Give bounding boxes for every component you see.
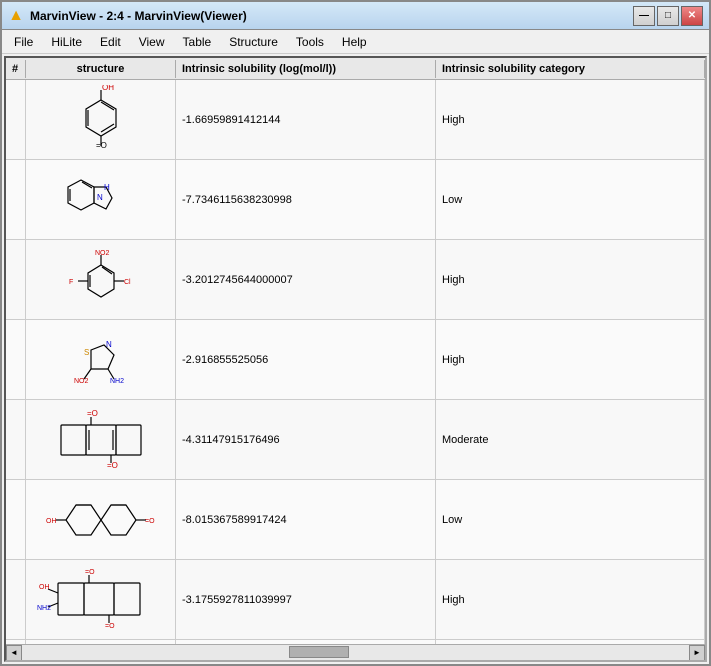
molecule-svg-row5: OH =O <box>36 485 166 555</box>
scroll-track[interactable] <box>22 645 689 660</box>
svg-text:OH: OH <box>39 584 50 591</box>
cell-structure: OH =O <box>26 480 176 559</box>
svg-text:F: F <box>69 279 73 286</box>
row-number <box>6 320 26 399</box>
scroll-left-button[interactable]: ◄ <box>6 645 22 661</box>
row-number <box>6 240 26 319</box>
cell-category: High <box>436 80 705 159</box>
scroll-right-button[interactable]: ► <box>689 645 705 661</box>
molecule-svg-row3: S N NO2 NH2 <box>36 325 166 395</box>
molecule-svg-row4: =O =O <box>36 405 166 475</box>
cell-structure: OH NH2 =O =O <box>26 560 176 639</box>
cell-category: High <box>436 320 705 399</box>
content-area: # structure Intrinsic solubility (log(mo… <box>4 56 707 662</box>
svg-text:=O: =O <box>105 623 115 630</box>
cell-category: Low <box>436 480 705 559</box>
table-row: N H -7.7346115638230998 Low <box>6 160 705 240</box>
cell-structure: OH =O <box>26 80 176 159</box>
cell-structure: NO2 F Cl <box>26 240 176 319</box>
row-number <box>6 400 26 479</box>
svg-text:Cl: Cl <box>124 279 131 286</box>
app-icon: ▲ <box>8 8 24 24</box>
row-number <box>6 160 26 239</box>
menu-file[interactable]: File <box>6 33 41 51</box>
col-header-solubility: Intrinsic solubility (log(mol/l)) <box>176 60 436 78</box>
table-header: # structure Intrinsic solubility (log(mo… <box>6 58 705 80</box>
menu-table[interactable]: Table <box>175 33 220 51</box>
cell-category: Low <box>436 160 705 239</box>
molecule-svg-row2: NO2 F Cl <box>36 245 166 315</box>
title-bar-left: ▲ MarvinView - 2:4 - MarvinView(Viewer) <box>8 8 247 24</box>
menu-tools[interactable]: Tools <box>288 33 332 51</box>
molecule-svg-row1: N H <box>36 165 166 235</box>
title-bar: ▲ MarvinView - 2:4 - MarvinView(Viewer) … <box>2 2 709 30</box>
cell-category: High <box>436 240 705 319</box>
row-number <box>6 480 26 559</box>
cell-structure: S N NO2 NH2 <box>26 320 176 399</box>
cell-category: Moderate <box>436 400 705 479</box>
molecule-svg-row6: OH NH2 =O =O <box>36 565 166 635</box>
svg-text:N: N <box>106 340 112 349</box>
cell-solubility: -7.7346115638230998 <box>176 160 436 239</box>
cell-solubility: -3.1755927811039997 <box>176 560 436 639</box>
cell-category: High <box>436 560 705 639</box>
cell-solubility: -1.66959891412144 <box>176 80 436 159</box>
cell-structure: N H <box>26 160 176 239</box>
svg-text:NH2: NH2 <box>110 378 124 385</box>
table-row: OH NH2 =O =O -3.17 <box>6 560 705 640</box>
menu-structure[interactable]: Structure <box>221 33 286 51</box>
window-controls: — □ ✕ <box>633 6 703 26</box>
table-row: S N NO2 NH2 -2.916855525056 <box>6 320 705 400</box>
row-number <box>6 560 26 639</box>
close-button[interactable]: ✕ <box>681 6 703 26</box>
maximize-button[interactable]: □ <box>657 6 679 26</box>
col-header-structure: structure <box>26 60 176 78</box>
svg-text:=O: =O <box>96 141 107 150</box>
svg-text:NH2: NH2 <box>37 605 51 612</box>
minimize-button[interactable]: — <box>633 6 655 26</box>
svg-text:N: N <box>97 193 103 202</box>
svg-text:NO2: NO2 <box>95 250 110 257</box>
table-row: =O =O -4.31147915176496 Moderate <box>6 400 705 480</box>
col-header-category: Intrinsic solubility category <box>436 60 705 78</box>
molecule-svg-row0: OH =O <box>36 85 166 155</box>
cell-solubility: -2.916855525056 <box>176 320 436 399</box>
table-row: OH =O -1.66959891412144 High <box>6 80 705 160</box>
svg-text:H: H <box>104 183 110 192</box>
svg-text:=O: =O <box>87 409 98 418</box>
svg-text:OH: OH <box>102 85 114 92</box>
cell-solubility: -3.2012745644000007 <box>176 240 436 319</box>
svg-text:=O: =O <box>107 461 118 470</box>
menu-bar: File HiLite Edit View Table Structure To… <box>2 30 709 54</box>
table-container: # structure Intrinsic solubility (log(mo… <box>6 58 705 660</box>
menu-help[interactable]: Help <box>334 33 375 51</box>
menu-edit[interactable]: Edit <box>92 33 129 51</box>
svg-text:OH: OH <box>46 518 57 525</box>
cell-solubility: -4.31147915176496 <box>176 400 436 479</box>
svg-text:S: S <box>84 348 89 357</box>
main-window: ▲ MarvinView - 2:4 - MarvinView(Viewer) … <box>0 0 711 666</box>
menu-view[interactable]: View <box>131 33 173 51</box>
scroll-thumb[interactable] <box>289 646 349 658</box>
svg-text:=O: =O <box>85 569 95 576</box>
svg-text:NO2: NO2 <box>74 378 89 385</box>
cell-solubility: -8.015367589917424 <box>176 480 436 559</box>
horizontal-scrollbar[interactable]: ◄ ► <box>6 644 705 660</box>
table-body[interactable]: OH =O -1.66959891412144 High <box>6 80 705 644</box>
svg-text:=O: =O <box>145 518 155 525</box>
table-row: OH =O -8.015367589917424 Low <box>6 480 705 560</box>
window-title: MarvinView - 2:4 - MarvinView(Viewer) <box>30 9 247 23</box>
table-row: NO2 F Cl -3.2012745644000007 High <box>6 240 705 320</box>
menu-hilite[interactable]: HiLite <box>43 33 90 51</box>
cell-structure: =O =O <box>26 400 176 479</box>
row-number <box>6 80 26 159</box>
col-header-num: # <box>6 60 26 78</box>
